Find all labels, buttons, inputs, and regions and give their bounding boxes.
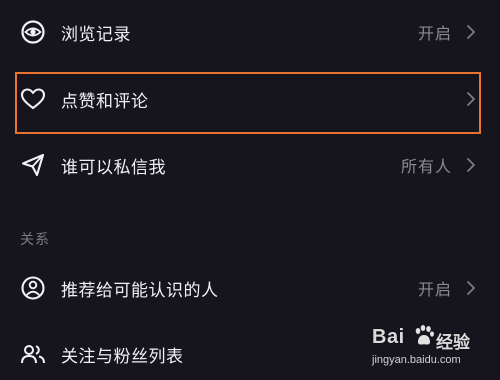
setting-value: 开启 [417, 280, 452, 299]
setting-value: 所有人 [400, 157, 452, 176]
setting-label: 关注与粉丝列表 [61, 346, 184, 367]
setting-label: 推荐给可能认识的人 [61, 280, 219, 301]
section-header-relations: 关系 [20, 232, 50, 248]
setting-label: 谁可以私信我 [61, 157, 166, 178]
setting-row-browsing-history[interactable]: 浏览记录 开启 [0, 6, 500, 58]
watermark-url: jingyan.baidu.com [372, 354, 461, 366]
chevron-right-icon [464, 22, 478, 42]
paper-plane-icon [19, 151, 47, 179]
setting-row-who-can-message-me[interactable]: 谁可以私信我 所有人 [0, 139, 500, 191]
chevron-right-icon [464, 155, 478, 175]
paw-icon [413, 324, 435, 348]
people-icon [19, 340, 47, 368]
watermark-brand-suffix: 经验 [436, 333, 470, 353]
baidu-jingyan-watermark: Bai 经验 jingyan.baidu.com [372, 322, 492, 372]
person-circle-icon [19, 274, 47, 302]
highlight-box [15, 72, 481, 134]
setting-label: 浏览记录 [61, 24, 131, 45]
eye-icon [19, 18, 47, 46]
watermark-brand: Bai [372, 326, 405, 348]
setting-value: 开启 [417, 24, 452, 43]
chevron-right-icon [464, 278, 478, 298]
setting-row-recommend-to-acquaintances[interactable]: 推荐给可能认识的人 开启 [0, 262, 500, 314]
